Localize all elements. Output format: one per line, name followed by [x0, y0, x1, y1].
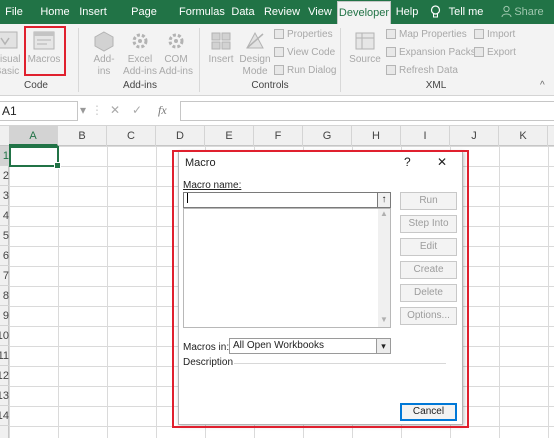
share-button[interactable]: Share	[514, 0, 544, 24]
view-code-button[interactable]: View Code	[274, 47, 335, 58]
tab-formulas[interactable]: Formulas	[179, 0, 225, 24]
properties-icon	[274, 29, 284, 39]
row-header[interactable]: 13	[0, 386, 9, 406]
group-code-label: Code	[24, 80, 48, 91]
map-properties-icon	[386, 29, 396, 39]
tell-me-search[interactable]: Tell me	[448, 0, 484, 24]
view-code-icon	[274, 47, 284, 57]
row-header[interactable]: 4	[0, 206, 9, 226]
dialog-highlight	[172, 150, 469, 428]
addins-icon	[94, 31, 114, 52]
row-header[interactable]: 2	[0, 166, 9, 186]
formula-bar: A1 ▾ ⋮ ✕ ✓ fx	[0, 96, 554, 126]
visual-basic-icon	[0, 31, 18, 49]
row-header[interactable]: 1	[0, 146, 9, 166]
insert-control-icon	[211, 32, 231, 50]
import-button[interactable]: Import	[474, 29, 515, 40]
row-header[interactable]: 10	[0, 326, 9, 346]
column-header[interactable]: C	[107, 126, 156, 146]
person-icon	[500, 0, 512, 24]
refresh-data-icon	[386, 65, 396, 75]
tab-home[interactable]: Home	[38, 0, 72, 24]
export-icon	[474, 47, 484, 57]
row-header[interactable]: 12	[0, 366, 9, 386]
group-separator	[78, 28, 79, 92]
group-addins-label: Add-ins	[123, 80, 157, 91]
lightbulb-icon[interactable]	[428, 0, 442, 24]
column-header[interactable]: B	[58, 126, 107, 146]
tab-data[interactable]: Data	[230, 0, 256, 24]
column-header[interactable]: A	[9, 126, 58, 146]
import-icon	[474, 29, 484, 39]
tab-developer[interactable]: Developer	[337, 1, 391, 24]
design-mode-button[interactable]: Design Mode	[238, 30, 272, 78]
visual-basic-button[interactable]: VisualBasic	[0, 30, 22, 78]
expansion-packs-icon	[386, 47, 396, 57]
com-addins-icon	[168, 33, 184, 49]
function-icon[interactable]: fx	[158, 103, 167, 118]
row-header[interactable]: 5	[0, 226, 9, 246]
row-header[interactable]: 14	[0, 406, 9, 426]
developer-ribbon: VisualBasic Macros Code Add-ins ExcelAdd…	[0, 24, 554, 96]
selected-cell-a1[interactable]	[9, 146, 61, 169]
insert-control-button[interactable]: Insert	[206, 30, 236, 66]
export-button[interactable]: Export	[474, 47, 516, 58]
source-icon	[355, 32, 375, 50]
tab-insert[interactable]: Insert	[78, 0, 108, 24]
column-header[interactable]: K	[499, 126, 548, 146]
expansion-packs-button[interactable]: Expansion Packs	[386, 47, 476, 58]
group-separator	[199, 28, 200, 92]
properties-button[interactable]: Properties	[274, 29, 333, 40]
separator-dots: ⋮	[91, 103, 103, 117]
group-xml-label: XML	[425, 80, 447, 91]
row-header[interactable]: 8	[0, 286, 9, 306]
collapse-ribbon-icon[interactable]: ^	[540, 80, 545, 91]
cancel-icon[interactable]: ✕	[110, 103, 120, 117]
column-header[interactable]: G	[303, 126, 352, 146]
row-header[interactable]: 3	[0, 186, 9, 206]
design-mode-icon	[246, 31, 264, 49]
name-box[interactable]: A1	[0, 101, 78, 121]
excel-addins-button[interactable]: Excel Add-ins	[122, 30, 158, 78]
tab-page-layout[interactable]: Page Layout	[116, 0, 172, 42]
column-header[interactable]: I	[401, 126, 450, 146]
enter-icon[interactable]: ✓	[132, 103, 142, 117]
group-separator	[340, 28, 341, 92]
refresh-data-button[interactable]: Refresh Data	[386, 65, 458, 76]
formula-input[interactable]	[180, 101, 554, 121]
com-addins-button[interactable]: COM Add-ins	[158, 30, 194, 78]
column-header[interactable]: F	[254, 126, 303, 146]
excel-addins-icon	[132, 33, 148, 49]
row-header[interactable]: 11	[0, 346, 9, 366]
name-box-dropdown-icon[interactable]: ▾	[80, 103, 86, 117]
ribbon-tab-bar: File Home Insert Page Layout Formulas Da…	[0, 0, 554, 42]
tab-view[interactable]: View	[307, 0, 333, 24]
row-header[interactable]: 7	[0, 266, 9, 286]
run-dialog-button[interactable]: Run Dialog	[274, 65, 336, 76]
group-controls-label: Controls	[251, 80, 289, 91]
column-header[interactable]: D	[156, 126, 205, 146]
macros-highlight	[24, 26, 66, 76]
row-headers: 1234567891011121314	[0, 146, 9, 438]
tab-review[interactable]: Review	[263, 0, 301, 24]
row-header[interactable]: 6	[0, 246, 9, 266]
source-button[interactable]: Source	[348, 30, 382, 66]
column-header[interactable]: J	[450, 126, 499, 146]
tab-file[interactable]: File	[4, 0, 24, 24]
column-header[interactable]: E	[205, 126, 254, 146]
column-headers: ABCDEFGHIJK	[0, 126, 554, 146]
tab-help[interactable]: Help	[394, 0, 420, 24]
column-header[interactable]: H	[352, 126, 401, 146]
run-dialog-icon	[274, 65, 284, 75]
addins-button[interactable]: Add-ins	[90, 30, 118, 78]
row-header[interactable]: 9	[0, 306, 9, 326]
map-properties-button[interactable]: Map Properties	[386, 29, 467, 40]
